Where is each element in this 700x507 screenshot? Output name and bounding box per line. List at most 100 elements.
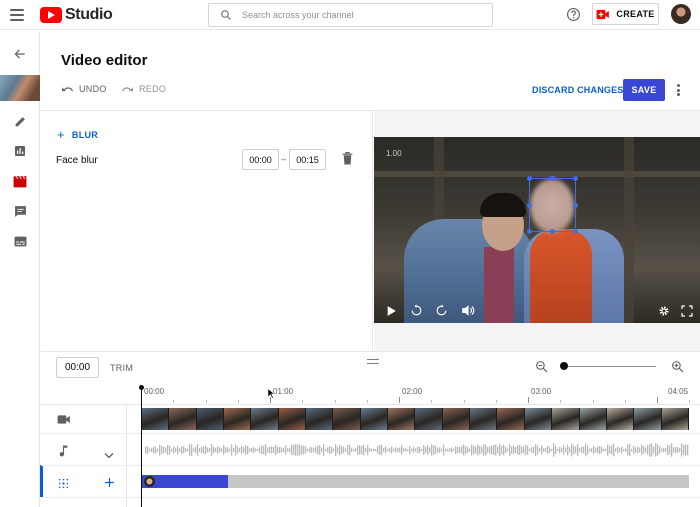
create-button[interactable]: CREATE xyxy=(592,3,659,25)
waveform-bar xyxy=(431,444,433,456)
ruler-tick xyxy=(593,400,594,403)
play-icon[interactable] xyxy=(386,304,397,322)
redo-button[interactable]: REDO xyxy=(121,84,166,94)
waveform-bar xyxy=(321,447,323,453)
waveform-bar xyxy=(637,446,639,454)
zoom-slider-track[interactable] xyxy=(563,366,656,367)
waveform-bar xyxy=(581,446,583,454)
waveform-bar xyxy=(349,444,351,456)
blur-resize-handle[interactable] xyxy=(573,203,578,208)
forward-icon[interactable] xyxy=(435,304,448,322)
waveform-bar xyxy=(489,446,491,454)
comment-icon[interactable] xyxy=(0,198,40,224)
avatar[interactable] xyxy=(671,4,691,24)
studio-logo[interactable]: Studio xyxy=(40,6,113,24)
rewind-icon[interactable] xyxy=(410,304,423,322)
save-button[interactable]: SAVE xyxy=(623,79,665,101)
waveform-bar xyxy=(567,444,569,456)
panel-resize-handle[interactable] xyxy=(367,359,379,364)
playhead-knob[interactable] xyxy=(139,385,144,390)
waveform-bar xyxy=(551,448,553,452)
waveform-bar xyxy=(367,444,369,456)
waveform-bar xyxy=(425,446,427,454)
waveform-bar xyxy=(463,444,465,456)
blur-resize-handle[interactable] xyxy=(573,229,578,234)
waveform-bar xyxy=(235,444,237,456)
waveform-bar xyxy=(419,446,421,454)
waveform-bar xyxy=(617,446,619,454)
video-preview[interactable]: 1.00 xyxy=(374,137,700,323)
more-options-icon[interactable] xyxy=(676,84,680,96)
left-rail xyxy=(0,31,40,507)
waveform-bar xyxy=(423,445,425,455)
video-frame-thumbnail xyxy=(360,408,389,430)
discard-changes-button[interactable]: DISCARD CHANGES xyxy=(532,85,624,95)
search-input[interactable] xyxy=(242,10,472,20)
waveform-bar xyxy=(173,446,175,454)
volume-icon[interactable] xyxy=(461,304,475,322)
help-circle-icon[interactable] xyxy=(566,7,581,27)
trim-button[interactable]: TRIM xyxy=(110,363,133,373)
waveform-bar xyxy=(569,447,571,453)
analytics-icon[interactable] xyxy=(0,138,40,164)
waveform-bar xyxy=(615,448,617,452)
blur-resize-handle[interactable] xyxy=(527,203,532,208)
blur-resize-handle[interactable] xyxy=(550,176,555,181)
person-right-vest xyxy=(530,229,592,323)
video-track[interactable] xyxy=(142,408,689,430)
clapperboard-icon[interactable] xyxy=(0,168,40,194)
waveform-bar xyxy=(401,445,403,455)
add-blur-track-icon[interactable] xyxy=(104,475,115,493)
fullscreen-icon[interactable] xyxy=(681,304,693,322)
waveform-bar xyxy=(263,445,265,455)
top-bar: Studio CREATE xyxy=(0,0,700,30)
face-blur-box[interactable] xyxy=(529,178,576,232)
waveform-bar xyxy=(547,445,549,455)
zoom-in-icon[interactable] xyxy=(671,360,684,378)
pencil-icon[interactable] xyxy=(0,108,40,134)
waveform-bar xyxy=(385,446,387,454)
waveform-bar xyxy=(681,443,683,457)
waveform-bar xyxy=(259,446,261,454)
current-time-input[interactable]: 00:00 xyxy=(56,357,99,378)
waveform-bar xyxy=(493,445,495,455)
blur-resize-handle[interactable] xyxy=(550,229,555,234)
waveform-bar xyxy=(667,444,669,456)
waveform-bar xyxy=(317,445,319,455)
trash-icon[interactable] xyxy=(342,152,353,170)
logo-text: Studio xyxy=(65,6,113,23)
blur-resize-handle[interactable] xyxy=(573,176,578,181)
waveform-bar xyxy=(533,446,535,454)
add-blur-button[interactable]: + BLUR xyxy=(57,127,98,142)
playhead[interactable] xyxy=(141,386,142,507)
waveform-bar xyxy=(373,448,375,452)
blur-end-time-input[interactable]: 00:15 xyxy=(289,149,326,170)
waveform-bar xyxy=(413,446,415,454)
search-bar[interactable] xyxy=(208,3,493,27)
ruler-tick xyxy=(431,400,432,403)
chevron-down-icon[interactable] xyxy=(104,446,114,464)
zoom-out-icon[interactable] xyxy=(535,360,548,378)
waveform-bar xyxy=(239,447,241,453)
waveform-bar xyxy=(487,446,489,454)
waveform-bar xyxy=(397,447,399,453)
back-arrow-icon[interactable] xyxy=(0,41,40,67)
waveform-bar xyxy=(273,446,275,454)
waveform-bar xyxy=(473,445,475,455)
music-note-icon xyxy=(59,444,68,462)
zoom-slider-knob[interactable] xyxy=(560,362,568,370)
ruler-tick xyxy=(238,400,239,403)
subtitles-icon[interactable] xyxy=(0,228,40,254)
blur-panel: + BLUR Face blur 00:00 – 00:15 xyxy=(41,111,373,351)
hamburger-menu-icon[interactable] xyxy=(10,9,24,21)
waveform-bar xyxy=(307,448,309,452)
blur-resize-handle[interactable] xyxy=(527,229,532,234)
blur-start-time-input[interactable]: 00:00 xyxy=(242,149,279,170)
waveform-bar xyxy=(411,448,413,452)
blur-resize-handle[interactable] xyxy=(527,176,532,181)
audio-waveform[interactable] xyxy=(145,442,689,458)
waveform-bar xyxy=(169,445,171,455)
settings-gear-icon[interactable] xyxy=(658,304,670,322)
video-thumbnail[interactable] xyxy=(0,75,40,101)
undo-button[interactable]: UNDO xyxy=(61,84,107,94)
